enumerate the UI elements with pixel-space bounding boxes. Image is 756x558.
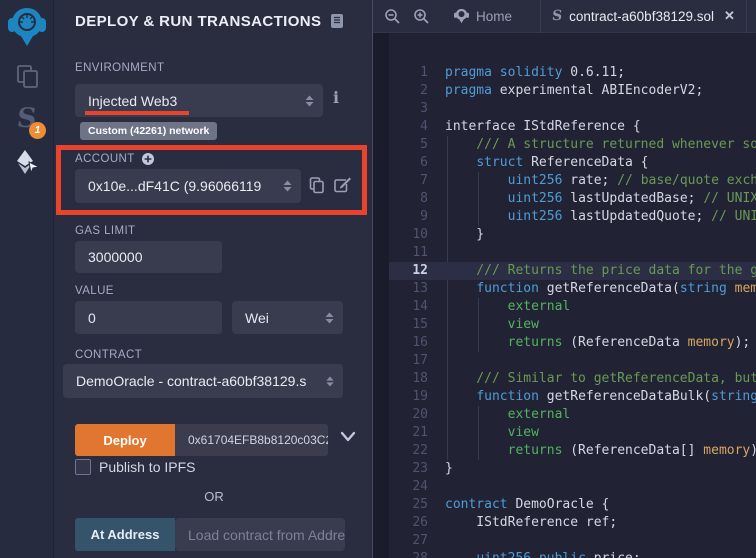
code-line[interactable]: 6 struct ReferenceData {: [373, 154, 756, 172]
code-line[interactable]: 24: [373, 478, 756, 496]
deploy-button[interactable]: Deploy: [75, 424, 175, 456]
editor-tab-bar: Home S contract-a60bf38129.sol ✕: [373, 0, 756, 33]
environment-label: ENVIRONMENT: [75, 62, 164, 74]
code-line[interactable]: 26 IStdReference ref;: [373, 514, 756, 532]
deploy-run-icon: [13, 148, 41, 176]
account-select[interactable]: 0x10e...dF41C (9.96066119: [75, 169, 301, 203]
at-address-button[interactable]: At Address: [75, 518, 175, 551]
code-lines: 1pragma solidity 0.6.11;2pragma experime…: [373, 64, 756, 558]
code-line[interactable]: 17: [373, 352, 756, 370]
tab-file-label: contract-a60bf38129.sol: [569, 9, 714, 24]
documentation-icon[interactable]: [328, 12, 346, 30]
editor-pane: Home S contract-a60bf38129.sol ✕ 1pragma…: [373, 0, 756, 558]
publish-ipfs-checkbox[interactable]: [75, 459, 91, 475]
code-line[interactable]: 16 returns (ReferenceData memory);: [373, 334, 756, 352]
close-icon[interactable]: ✕: [724, 8, 735, 24]
updown-icon: [282, 179, 293, 193]
updown-icon: [304, 94, 315, 108]
constructor-arg-input[interactable]: 0x61704EFB8b8120c03C21: [175, 424, 328, 456]
sidebar-item-solidity-compiler[interactable]: S 1: [0, 104, 54, 134]
zoom-in-icon[interactable]: [413, 8, 430, 25]
home-remix-icon: [454, 8, 469, 24]
chevron-down-icon[interactable]: [340, 431, 356, 443]
code-line[interactable]: 9 uint256 lastUpdatedQuote; // UNIX epoc…: [373, 208, 756, 226]
solidity-file-icon: S: [551, 8, 563, 24]
account-label: ACCOUNT: [75, 152, 155, 166]
code-line[interactable]: 1pragma solidity 0.6.11;: [373, 64, 756, 82]
code-line[interactable]: 23}: [373, 460, 756, 478]
code-line[interactable]: 14 external: [373, 298, 756, 316]
sidebar-item-file-explorer[interactable]: [0, 62, 54, 90]
tab-home[interactable]: Home: [454, 8, 512, 24]
code-line[interactable]: 3: [373, 100, 756, 118]
file-explorer-icon: [13, 62, 41, 90]
tab-home-label: Home: [476, 9, 512, 24]
code-line[interactable]: 11: [373, 244, 756, 262]
code-line[interactable]: 15 view: [373, 316, 756, 334]
code-line[interactable]: 5 /// A structure returned whenever some…: [373, 136, 756, 154]
tab-contract-file[interactable]: S contract-a60bf38129.sol ✕: [540, 0, 747, 33]
remix-logo-icon: [7, 6, 47, 48]
environment-select[interactable]: Injected Web3: [75, 84, 323, 117]
remix-ide-window: S 1 DEPLOY & RUN TRANSACTIONS ENVIRONMEN…: [0, 0, 756, 558]
code-line[interactable]: 13 function getReferenceData(string memo…: [373, 280, 756, 298]
compiler-badge: 1: [29, 122, 46, 139]
code-line[interactable]: 8 uint256 lastUpdatedBase; // UNIX epoch…: [373, 190, 756, 208]
code-line[interactable]: 4interface IStdReference {: [373, 118, 756, 136]
value-label: VALUE: [75, 285, 114, 297]
copy-account-icon[interactable]: [308, 176, 325, 194]
info-icon[interactable]: i: [333, 88, 339, 107]
code-line[interactable]: 21 view: [373, 424, 756, 442]
code-line[interactable]: 27: [373, 532, 756, 550]
code-line[interactable]: 12 /// Returns the price data for the gi…: [373, 262, 756, 280]
code-line[interactable]: 2pragma experimental ABIEncoderV2;: [373, 82, 756, 100]
deploy-run-panel: DEPLOY & RUN TRANSACTIONS ENVIRONMENT In…: [54, 0, 373, 558]
gas-limit-label: GAS LIMIT: [75, 225, 135, 237]
code-editor[interactable]: 1pragma solidity 0.6.11;2pragma experime…: [373, 33, 756, 558]
code-line[interactable]: 19 function getReferenceDataBulk(string[…: [373, 388, 756, 406]
contract-label: CONTRACT: [75, 349, 142, 361]
sidebar-item-deploy-run[interactable]: [0, 148, 54, 176]
add-account-icon[interactable]: [141, 152, 155, 166]
or-divider-label: OR: [69, 489, 359, 504]
network-badge: Custom (42261) network: [80, 122, 217, 140]
contract-select[interactable]: DemoOracle - contract-a60bf38129.s: [63, 364, 343, 398]
code-line[interactable]: 28 uint256 public price;: [373, 550, 756, 558]
updown-icon: [325, 375, 335, 388]
updown-icon: [324, 311, 335, 325]
publish-ipfs-label: Publish to IPFS: [99, 459, 196, 475]
code-line[interactable]: 22 returns (ReferenceData[] memory);: [373, 442, 756, 460]
icon-sidebar: S 1: [0, 0, 54, 558]
value-unit-select[interactable]: Wei: [232, 301, 343, 334]
code-line[interactable]: 10 }: [373, 226, 756, 244]
zoom-out-icon[interactable]: [384, 8, 401, 25]
page-title: DEPLOY & RUN TRANSACTIONS: [75, 13, 321, 30]
code-line[interactable]: 25contract DemoOracle {: [373, 496, 756, 514]
value-input[interactable]: [75, 301, 222, 334]
code-line[interactable]: 18 /// Similar to getReferenceData, but …: [373, 370, 756, 388]
edit-account-icon[interactable]: [333, 176, 352, 194]
code-line[interactable]: 20 external: [373, 406, 756, 424]
editor-glyph-margin: [373, 33, 389, 558]
code-line[interactable]: 7 uint256 rate; // base/quote exchange r…: [373, 172, 756, 190]
gas-limit-input[interactable]: [75, 241, 222, 273]
remix-logo: [0, 6, 54, 48]
at-address-input[interactable]: [175, 518, 345, 551]
